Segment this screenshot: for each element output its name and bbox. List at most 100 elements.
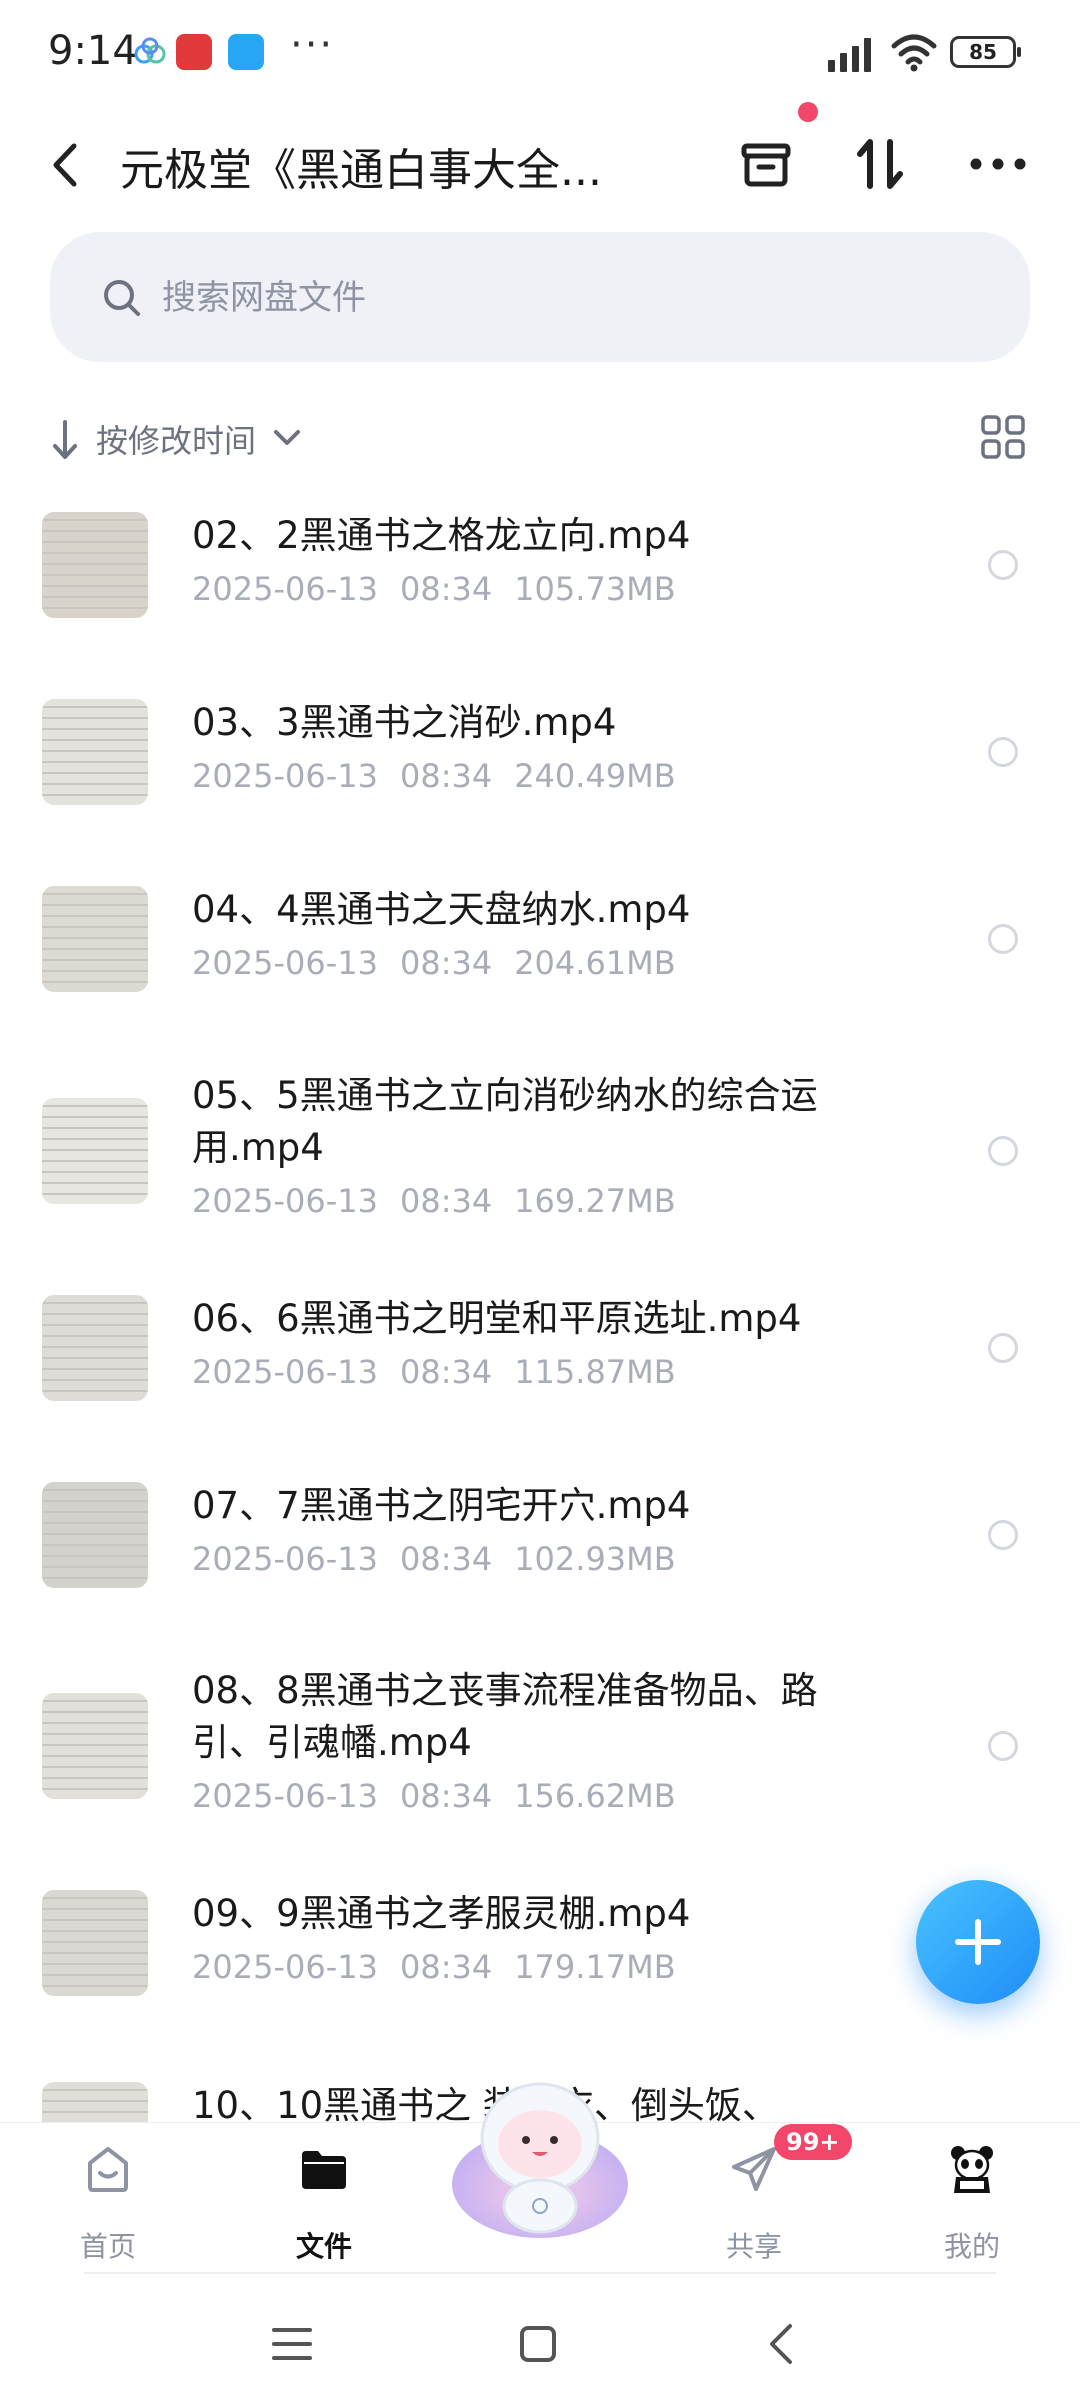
file-name: 08、8黑通书之丧事流程准备物品、路引、引魂幡.mp4 bbox=[192, 1669, 818, 1764]
file-name: 07、7黑通书之阴宅开穴.mp4 bbox=[192, 1484, 691, 1527]
file-row[interactable]: 04、4黑通书之天盘纳水.mp4 2025-06-13 08:34 204.61MB bbox=[0, 884, 1080, 1024]
file-row[interactable]: 06、6黑通书之明堂和平原选址.mp4 2025-06-13 08:34 115.87… bbox=[0, 1293, 1080, 1433]
file-date: 2025-06-13 bbox=[192, 1540, 378, 1578]
select-checkbox[interactable] bbox=[988, 1520, 1018, 1550]
file-size: 179.17MB bbox=[514, 1948, 676, 1986]
file-name: 04、4黑通书之天盘纳水.mp4 bbox=[192, 888, 691, 931]
file-date: 2025-06-13 bbox=[192, 1777, 378, 1815]
file-meta: 2025-06-13 08:34 115.87MB bbox=[192, 1353, 676, 1391]
file-size: 156.62MB bbox=[514, 1777, 676, 1815]
file-time: 08:34 bbox=[399, 1353, 493, 1391]
nav-files[interactable]: 文件 bbox=[254, 2137, 394, 2267]
video-thumbnail bbox=[42, 1482, 148, 1588]
file-name: 02、2黑通书之格龙立向.mp4 bbox=[192, 514, 691, 557]
file-row[interactable]: 05、5黑通书之立向消砂纳水的综合运用.mp4 2025-06-13 08:34 16… bbox=[0, 1070, 1080, 1270]
file-meta: 2025-06-13 08:34 179.17MB bbox=[192, 1948, 676, 1986]
file-meta: 2025-06-13 08:34 169.27MB bbox=[192, 1182, 676, 1220]
grid-view-icon[interactable] bbox=[980, 414, 1026, 460]
file-size: 169.27MB bbox=[514, 1182, 676, 1220]
file-size: 102.93MB bbox=[514, 1540, 676, 1578]
file-size: 105.73MB bbox=[514, 570, 676, 608]
transfer-box-icon[interactable] bbox=[734, 132, 798, 196]
file-size: 240.49MB bbox=[514, 757, 676, 795]
search-bar[interactable] bbox=[50, 232, 1030, 362]
nav-files-label: 文件 bbox=[295, 2230, 352, 2263]
file-meta: 2025-06-13 08:34 240.49MB bbox=[192, 757, 676, 795]
back-nav-icon[interactable] bbox=[766, 2322, 796, 2366]
wifi-icon bbox=[891, 34, 937, 72]
file-size: 204.61MB bbox=[514, 944, 676, 982]
signal-icon bbox=[828, 38, 871, 72]
file-meta: 2025-06-13 08:34 156.62MB bbox=[192, 1777, 676, 1815]
nav-mine[interactable]: 我的 bbox=[902, 2137, 1042, 2267]
file-date: 2025-06-13 bbox=[192, 757, 378, 795]
chat-app-icon bbox=[228, 34, 264, 70]
back-arrow-icon[interactable] bbox=[46, 140, 86, 190]
search-input[interactable] bbox=[160, 262, 964, 334]
file-date: 2025-06-13 bbox=[192, 1182, 378, 1220]
video-thumbnail bbox=[42, 512, 148, 618]
status-bar: 9:14 ··· 85 bbox=[0, 0, 1080, 110]
video-thumbnail bbox=[42, 1890, 148, 1996]
assistant-mascot-icon[interactable] bbox=[446, 2066, 634, 2246]
video-thumbnail bbox=[42, 886, 148, 992]
file-time: 08:34 bbox=[399, 570, 493, 608]
more-options-icon[interactable] bbox=[966, 132, 1030, 196]
home-icon bbox=[88, 2147, 128, 2192]
select-checkbox[interactable] bbox=[988, 550, 1018, 580]
file-row[interactable]: 02、2黑通书之格龙立向.mp4 2025-06-13 08:34 105.73MB bbox=[0, 510, 1080, 650]
nav-home-label: 首页 bbox=[79, 2230, 136, 2263]
file-time: 08:34 bbox=[399, 1777, 493, 1815]
file-time: 08:34 bbox=[399, 757, 493, 795]
chevron-down-icon bbox=[274, 430, 300, 445]
file-name: 09、9黑通书之孝服灵棚.mp4 bbox=[192, 1892, 691, 1935]
file-name: 06、6黑通书之明堂和平原选址.mp4 bbox=[192, 1297, 802, 1340]
nav-share-label: 共享 bbox=[725, 2230, 782, 2263]
panda-avatar-icon bbox=[951, 2146, 993, 2193]
news-app-icon bbox=[176, 34, 212, 70]
page-title: 元极堂《黑通白事大全... bbox=[120, 145, 602, 196]
file-row[interactable]: 03、3黑通书之消砂.mp4 2025-06-13 08:34 240.49MB bbox=[0, 697, 1080, 837]
add-button[interactable] bbox=[916, 1880, 1040, 2004]
more-notifications-icon: ··· bbox=[290, 22, 335, 68]
select-checkbox[interactable] bbox=[988, 737, 1018, 767]
title-bar: 元极堂《黑通白事大全... bbox=[0, 110, 1080, 220]
file-size: 115.87MB bbox=[514, 1353, 676, 1391]
file-meta: 2025-06-13 08:34 105.73MB bbox=[192, 570, 676, 608]
sort-down-arrow-icon bbox=[53, 420, 77, 459]
video-thumbnail bbox=[42, 1295, 148, 1401]
file-meta: 2025-06-13 08:34 204.61MB bbox=[192, 944, 676, 982]
file-time: 08:34 bbox=[399, 1948, 493, 1986]
folder-icon bbox=[302, 2151, 346, 2189]
nav-mine-label: 我的 bbox=[943, 2230, 1000, 2263]
video-thumbnail bbox=[42, 1098, 148, 1204]
system-navigation-bar bbox=[0, 2290, 1080, 2400]
file-date: 2025-06-13 bbox=[192, 944, 378, 982]
file-row[interactable]: 08、8黑通书之丧事流程准备物品、路引、引魂幡.mp4 2025-06-13 08:… bbox=[0, 1665, 1080, 1865]
sort-arrows-icon[interactable] bbox=[848, 132, 912, 196]
menu-icon[interactable] bbox=[270, 2324, 314, 2364]
home-square-icon[interactable] bbox=[518, 2324, 558, 2364]
file-time: 08:34 bbox=[399, 1182, 493, 1220]
file-date: 2025-06-13 bbox=[192, 570, 378, 608]
file-row[interactable]: 07、7黑通书之阴宅开穴.mp4 2025-06-13 08:34 102.93MB bbox=[0, 1480, 1080, 1620]
nav-home[interactable]: 首页 bbox=[38, 2137, 178, 2267]
file-time: 08:34 bbox=[399, 1540, 493, 1578]
divider bbox=[84, 2272, 996, 2274]
video-thumbnail bbox=[42, 1693, 148, 1799]
sort-label: 按修改时间 bbox=[96, 422, 257, 460]
status-time: 9:14 bbox=[48, 28, 138, 74]
select-checkbox[interactable] bbox=[988, 1333, 1018, 1363]
video-thumbnail bbox=[42, 699, 148, 805]
select-checkbox[interactable] bbox=[988, 924, 1018, 954]
select-checkbox[interactable] bbox=[988, 1136, 1018, 1166]
cloud-app-icon bbox=[132, 34, 168, 70]
file-meta: 2025-06-13 08:34 102.93MB bbox=[192, 1540, 676, 1578]
share-count-badge: 99+ bbox=[774, 2124, 852, 2160]
file-date: 2025-06-13 bbox=[192, 1948, 378, 1986]
battery-indicator: 85 bbox=[950, 36, 1021, 68]
select-checkbox[interactable] bbox=[988, 1731, 1018, 1761]
paper-plane-icon bbox=[732, 2147, 776, 2191]
file-name: 05、5黑通书之立向消砂纳水的综合运用.mp4 bbox=[192, 1074, 818, 1169]
file-date: 2025-06-13 bbox=[192, 1353, 378, 1391]
